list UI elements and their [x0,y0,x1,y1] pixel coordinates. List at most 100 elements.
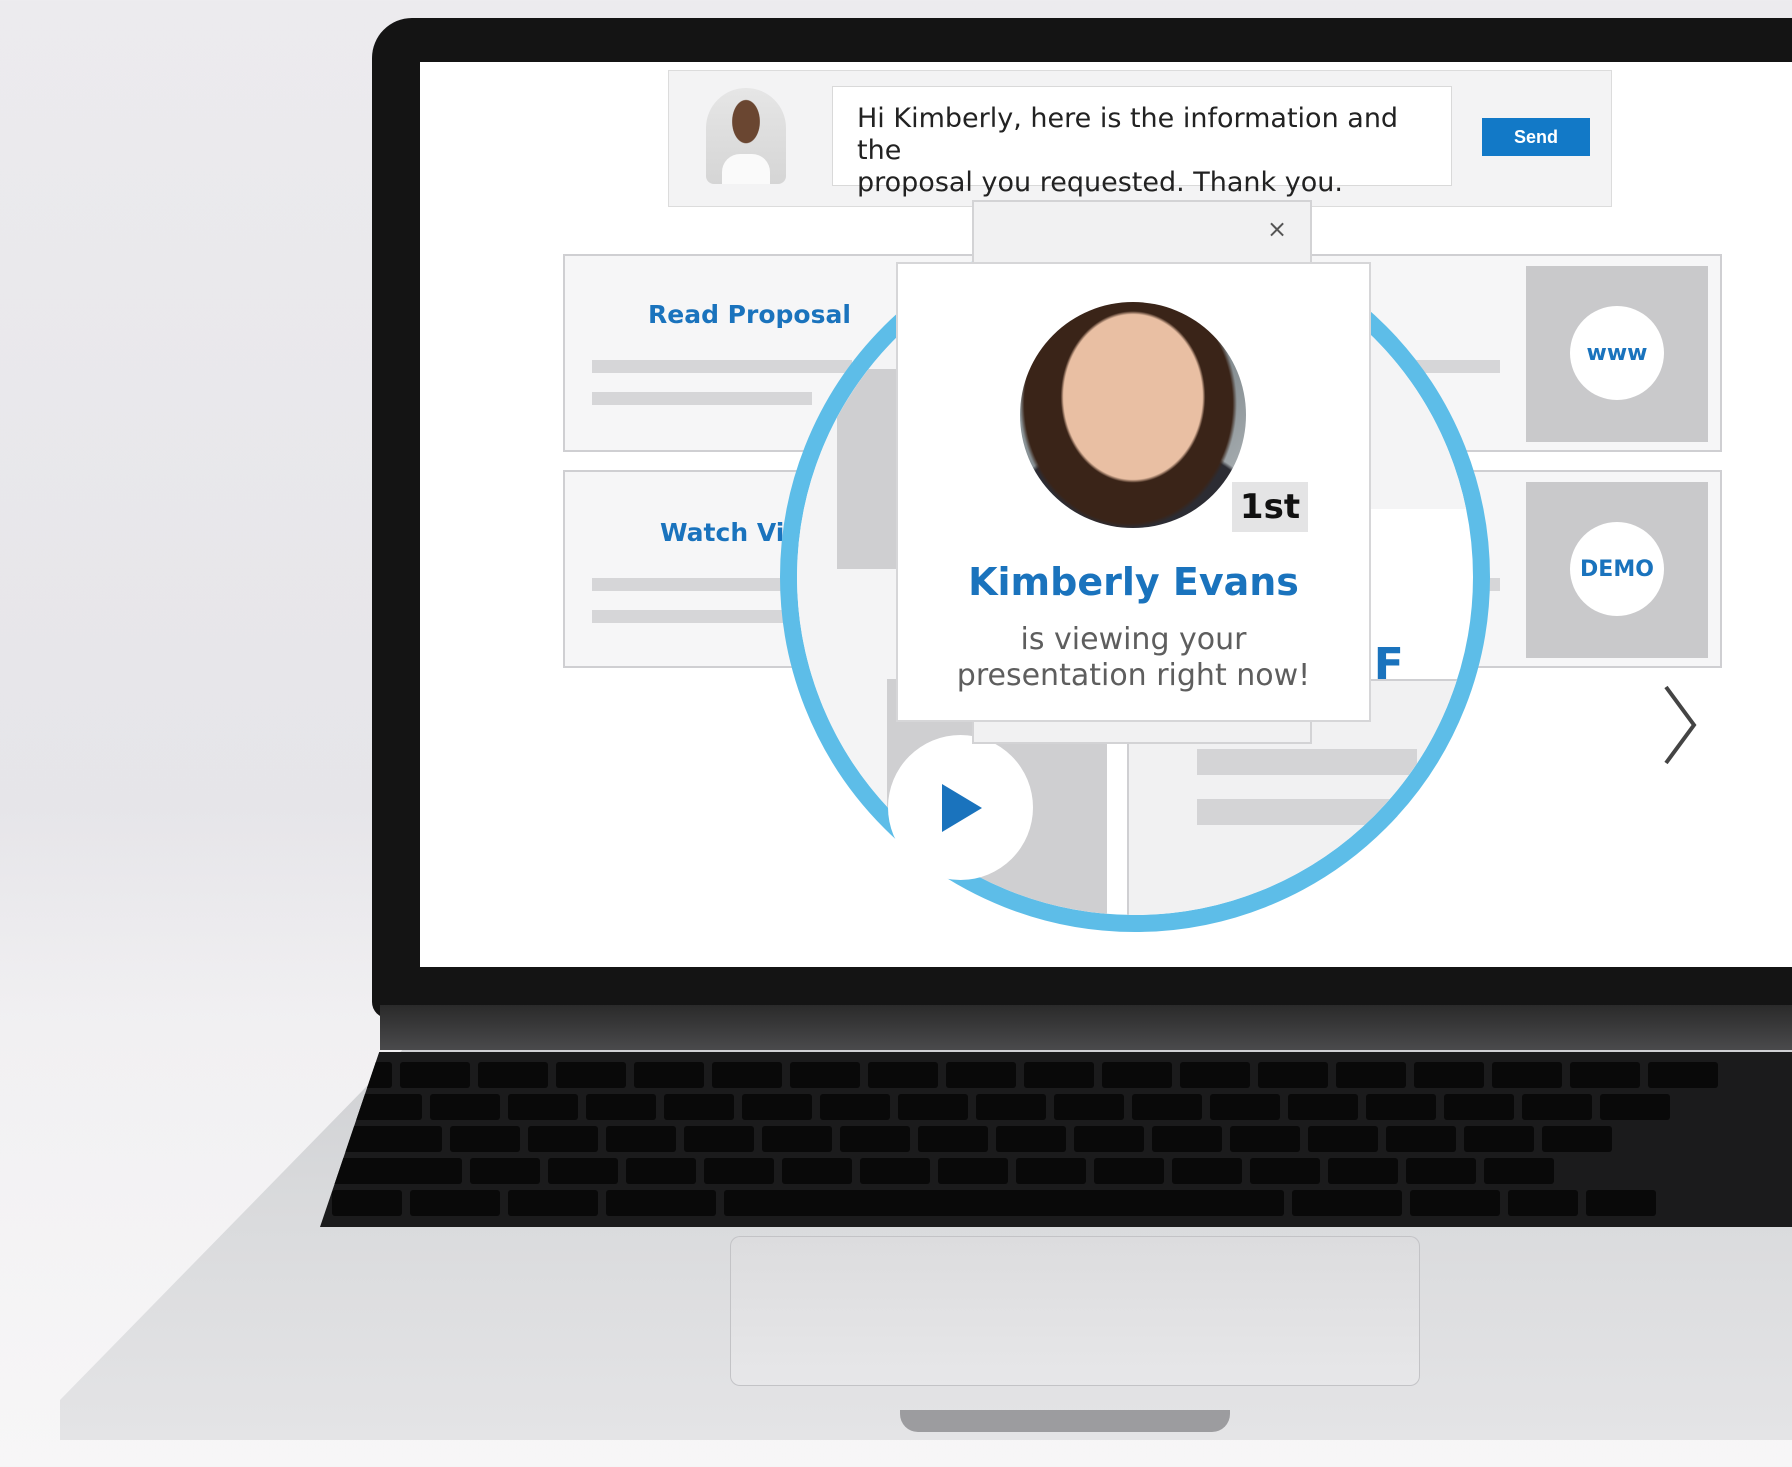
key [1492,1062,1562,1088]
key [1542,1126,1612,1152]
sender-avatar [706,88,786,184]
viewer-avatar[interactable] [1020,302,1246,528]
key [860,1158,930,1184]
keyboard-row [320,1190,1792,1216]
key [556,1062,626,1088]
key [976,1094,1046,1120]
key [712,1062,782,1088]
message-line-1: Hi Kimberly, here is the information and… [857,103,1399,166]
key [1132,1094,1202,1120]
key [1024,1062,1094,1088]
key [1484,1158,1554,1184]
key [1094,1158,1164,1184]
key [1210,1094,1280,1120]
keyboard-row [320,1158,1792,1184]
key [626,1158,696,1184]
key [1410,1190,1500,1216]
send-button[interactable]: Send [1482,118,1590,156]
key [548,1158,618,1184]
key [1230,1126,1300,1152]
demo-badge: DEMO [1570,522,1664,616]
key [508,1094,578,1120]
placeholder-line [592,392,812,405]
key [1648,1062,1718,1088]
placeholder-line [1197,799,1417,825]
key [840,1126,910,1152]
key [508,1190,598,1216]
www-badge: www [1570,306,1664,400]
key [938,1158,1008,1184]
key [528,1126,598,1152]
key [410,1190,500,1216]
placeholder-line [592,610,812,623]
key [868,1062,938,1088]
close-icon[interactable]: × [1262,214,1292,244]
key [946,1062,1016,1088]
key [1336,1062,1406,1088]
keyboard-row [320,1126,1792,1152]
message-input[interactable]: Hi Kimberly, here is the information and… [832,86,1452,198]
key [684,1126,754,1152]
key [1464,1126,1534,1152]
connection-degree-badge: 1st [1232,482,1308,532]
key [586,1094,656,1120]
key [898,1094,968,1120]
key [1054,1094,1124,1120]
key [1570,1062,1640,1088]
key [1292,1190,1402,1216]
key [1586,1190,1656,1216]
key [790,1062,860,1088]
viewer-status-line-2: presentation right now! [956,658,1311,693]
key [1288,1094,1358,1120]
message-line-2: proposal you requested. Thank you. [857,167,1343,198]
sender-shirt [722,154,770,184]
key [1308,1126,1378,1152]
key [1414,1062,1484,1088]
key [1522,1094,1592,1120]
key [470,1158,540,1184]
chevron-right-icon[interactable] [1660,680,1700,770]
keyboard-row [320,1062,1792,1088]
key [1444,1094,1514,1120]
key [1328,1158,1398,1184]
key [1152,1126,1222,1152]
viewer-name[interactable]: Kimberly Evans [896,560,1371,604]
key [478,1062,548,1088]
key [606,1126,676,1152]
laptop-hinge [380,1005,1792,1050]
key [1016,1158,1086,1184]
key [782,1158,852,1184]
key [664,1094,734,1120]
key [1102,1062,1172,1088]
key [1508,1190,1578,1216]
key [704,1158,774,1184]
key [820,1094,890,1120]
viewer-status-line-1: is viewing your [1020,622,1247,657]
key [1600,1094,1670,1120]
key [634,1062,704,1088]
placeholder-line [1197,749,1417,775]
key [1250,1158,1320,1184]
key [996,1126,1066,1152]
key [918,1126,988,1152]
keyboard-row [320,1094,1792,1120]
trackpad [730,1236,1420,1386]
key [1406,1158,1476,1184]
laptop-notch [900,1410,1230,1432]
key [1366,1094,1436,1120]
key [742,1094,812,1120]
key [762,1126,832,1152]
key [332,1158,462,1184]
key [332,1190,402,1216]
key [1386,1126,1456,1152]
spacebar [724,1190,1284,1216]
key [606,1190,716,1216]
key [1180,1062,1250,1088]
key [430,1094,500,1120]
play-icon [941,783,982,832]
key [332,1062,392,1088]
video-play-button[interactable] [888,735,1033,880]
key [1258,1062,1328,1088]
key [1172,1158,1242,1184]
key [400,1062,470,1088]
